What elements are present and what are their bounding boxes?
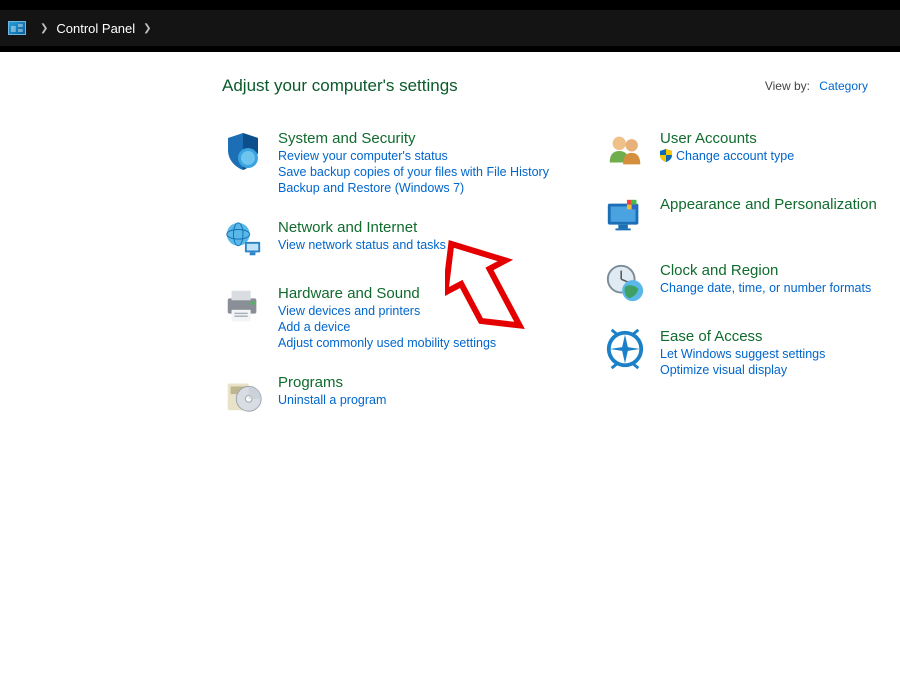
category-clock-region: Clock and Region Change date, time, or n… — [604, 262, 884, 304]
category-programs: Programs Uninstall a program — [222, 374, 552, 416]
disc-box-icon — [222, 374, 264, 416]
page-title: Adjust your computer's settings — [222, 76, 458, 96]
sublink[interactable]: Save backup copies of your files with Fi… — [278, 165, 549, 179]
clock-globe-icon — [604, 262, 646, 304]
view-by: View by: Category — [765, 79, 868, 93]
category-ease-of-access: Ease of Access Let Windows suggest setti… — [604, 328, 884, 377]
category-link-hardware-sound[interactable]: Hardware and Sound — [278, 285, 420, 302]
sublink[interactable]: Let Windows suggest settings — [660, 347, 825, 361]
sublink[interactable]: Review your computer's status — [278, 149, 549, 163]
category-column-right: User Accounts Change account type — [604, 130, 884, 440]
category-system-security: System and Security Review your computer… — [222, 130, 552, 195]
category-column-left: System and Security Review your computer… — [222, 130, 552, 440]
category-link-system-security[interactable]: System and Security — [278, 130, 416, 147]
sublink[interactable]: Change date, time, or number formats — [660, 281, 871, 295]
monitor-personalization-icon — [604, 196, 646, 238]
sublink[interactable]: Adjust commonly used mobility settings — [278, 336, 496, 350]
category-appearance-personalization: Appearance and Personalization — [604, 196, 884, 238]
category-link-user-accounts[interactable]: User Accounts — [660, 130, 757, 147]
printer-icon — [222, 285, 264, 327]
category-link-programs[interactable]: Programs — [278, 374, 343, 391]
ease-of-access-icon — [604, 328, 646, 370]
sublink[interactable]: Uninstall a program — [278, 393, 386, 407]
window-titlebar — [0, 0, 900, 10]
shield-icon — [222, 130, 264, 172]
content-area: Adjust your computer's settings View by:… — [0, 52, 900, 440]
sublink[interactable]: Add a device — [278, 320, 496, 334]
address-bar[interactable]: ❯ Control Panel ❯ — [0, 10, 900, 46]
category-link-network-internet[interactable]: Network and Internet — [278, 219, 417, 236]
breadcrumb-control-panel[interactable]: Control Panel — [56, 21, 135, 36]
globe-network-icon — [222, 219, 264, 261]
category-link-clock-region[interactable]: Clock and Region — [660, 262, 778, 279]
category-link-ease-of-access[interactable]: Ease of Access — [660, 328, 763, 345]
sublink[interactable]: Change account type — [660, 149, 794, 163]
control-panel-icon — [8, 21, 26, 35]
view-by-label: View by: — [765, 79, 810, 93]
category-hardware-sound: Hardware and Sound View devices and prin… — [222, 285, 552, 350]
view-by-dropdown[interactable]: Category — [819, 79, 868, 93]
sublink[interactable]: View network status and tasks — [278, 238, 446, 252]
category-network-internet: Network and Internet View network status… — [222, 219, 552, 261]
category-link-appearance-personalization[interactable]: Appearance and Personalization — [660, 196, 877, 213]
sublink[interactable]: Optimize visual display — [660, 363, 825, 377]
sublink[interactable]: Backup and Restore (Windows 7) — [278, 181, 549, 195]
category-user-accounts: User Accounts Change account type — [604, 130, 884, 172]
people-icon — [604, 130, 646, 172]
sublink[interactable]: View devices and printers — [278, 304, 496, 318]
uac-shield-icon — [660, 149, 672, 162]
chevron-right-icon[interactable]: ❯ — [135, 23, 159, 34]
chevron-right-icon[interactable]: ❯ — [32, 23, 56, 34]
